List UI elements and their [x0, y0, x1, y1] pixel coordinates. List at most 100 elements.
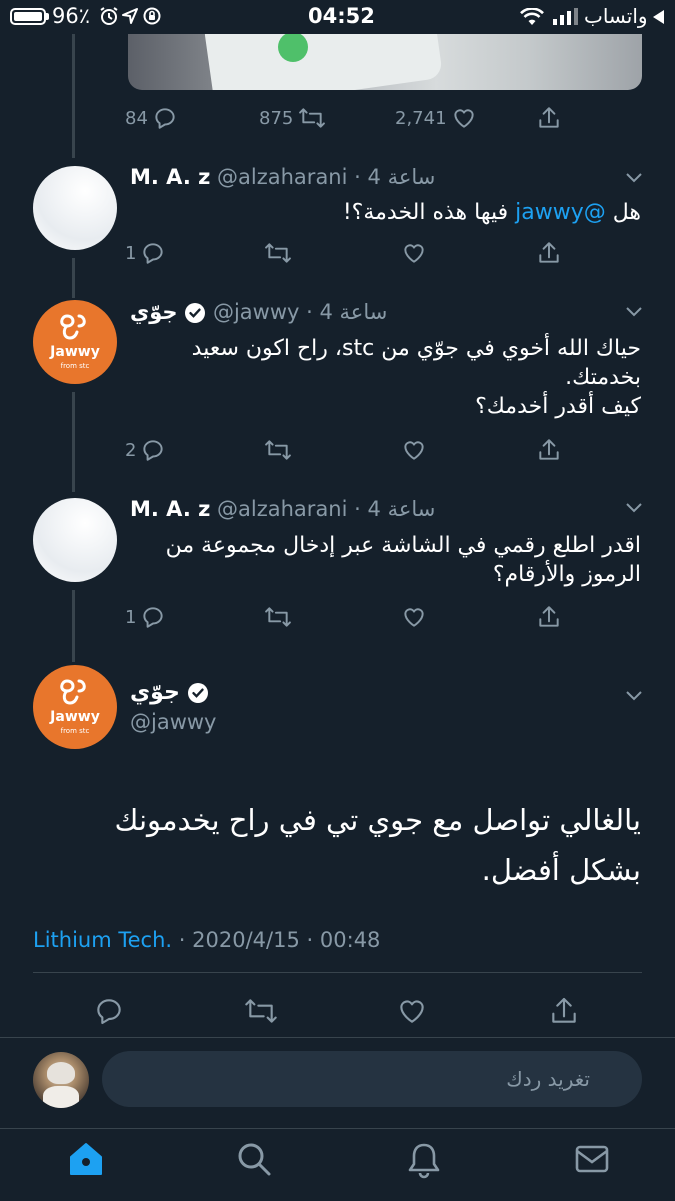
- avatar[interactable]: [33, 498, 117, 582]
- chevron-down-icon[interactable]: [624, 500, 644, 514]
- share-action[interactable]: [536, 604, 562, 630]
- thread-line-top: [72, 34, 75, 158]
- back-to-app-icon[interactable]: [651, 9, 665, 29]
- timestamp: 4 ساعة: [319, 300, 388, 324]
- tweet-header: M. A. z @alzaharani · 4 ساعة: [130, 165, 435, 189]
- retweet-action[interactable]: [263, 240, 293, 266]
- like-action[interactable]: [401, 437, 427, 463]
- reply-icon: [155, 108, 175, 129]
- display-name[interactable]: جوّي: [130, 680, 180, 705]
- user-avatar[interactable]: [33, 1052, 89, 1108]
- battery-icon: [10, 8, 49, 25]
- divider: [33, 972, 642, 973]
- thread-line: [72, 258, 75, 298]
- reply-icon: [143, 243, 164, 264]
- retweet-icon: [265, 607, 291, 627]
- share-icon: [539, 242, 559, 263]
- share-action[interactable]: [536, 105, 562, 131]
- reply-input[interactable]: تغريد ردك: [102, 1051, 642, 1107]
- reply-count: 2: [125, 439, 137, 461]
- alarm-icon: [99, 6, 119, 30]
- bottom-tab-bar: [0, 1128, 675, 1201]
- share-action[interactable]: [548, 995, 580, 1027]
- retweet-action[interactable]: [263, 437, 293, 463]
- logo-tagline: from stc: [60, 362, 90, 370]
- like-action[interactable]: [396, 995, 428, 1027]
- display-name[interactable]: M. A. z: [130, 497, 210, 521]
- reply-action[interactable]: 2: [125, 437, 166, 463]
- reply-action[interactable]: 1: [125, 240, 166, 266]
- chevron-down-icon[interactable]: [624, 304, 644, 318]
- retweet-icon: [299, 108, 326, 128]
- tweet-header: جوّي @jawwy · 4 ساعة: [130, 300, 387, 324]
- share-action[interactable]: [536, 437, 562, 463]
- chevron-down-icon[interactable]: [624, 688, 644, 702]
- heart-icon: [404, 608, 424, 627]
- handle[interactable]: @alzaharani: [217, 497, 347, 521]
- rotation-lock-icon: [142, 6, 162, 30]
- avatar[interactable]: Jawwy from stc: [33, 665, 117, 749]
- tweet-text: هل @jawwy فيها هذه الخدمة؟!: [342, 200, 641, 225]
- display-name[interactable]: M. A. z: [130, 165, 210, 189]
- like-action[interactable]: [401, 240, 427, 266]
- tweet-text: حياك الله أخوي في جوّي من stc، راح اكون …: [191, 336, 641, 419]
- heart-icon: [453, 109, 474, 128]
- separator-dot: ·: [306, 928, 314, 952]
- tweet-time: 00:48: [319, 928, 381, 952]
- share-action[interactable]: [536, 240, 562, 266]
- logo-wordmark: Jawwy: [50, 709, 100, 725]
- battery-percent: 96٪: [52, 4, 91, 28]
- retweet-action[interactable]: [243, 995, 279, 1027]
- separator-dot: ·: [354, 497, 361, 521]
- messages-mail-icon[interactable]: [574, 1143, 610, 1175]
- source-link[interactable]: Lithium Tech.: [33, 928, 172, 952]
- location-icon: [121, 7, 139, 29]
- reply-icon: [143, 607, 164, 628]
- status-bar: 96٪ 04:52 واتساب: [0, 0, 675, 34]
- timestamp: 4 ساعة: [367, 165, 436, 189]
- like-action[interactable]: [401, 604, 427, 630]
- search-icon[interactable]: [236, 1141, 272, 1177]
- wifi-icon: [520, 7, 544, 30]
- reply-placeholder: تغريد ردك: [506, 1067, 590, 1091]
- avatar[interactable]: Jawwy from stc: [33, 300, 117, 384]
- tweet-text: اقدر اطلع رقمي في الشاشة عبر إدخال مجموع…: [165, 533, 641, 587]
- carrier-label[interactable]: واتساب: [584, 4, 648, 28]
- home-icon[interactable]: [67, 1141, 105, 1177]
- share-icon: [539, 439, 559, 460]
- tweet-header: M. A. z @alzaharani · 4 ساعة: [130, 497, 435, 521]
- reply-action[interactable]: [93, 995, 125, 1027]
- display-name[interactable]: جوّي: [130, 300, 178, 324]
- signal-icon: [553, 8, 579, 29]
- chevron-down-icon[interactable]: [624, 170, 644, 184]
- divider: [0, 1037, 675, 1038]
- logo-tagline: from stc: [60, 727, 90, 735]
- heart-icon: [404, 441, 424, 460]
- thread-line: [72, 392, 75, 492]
- retweet-action[interactable]: 875: [259, 105, 327, 131]
- avatar[interactable]: [33, 166, 117, 250]
- like-count: 2,741: [395, 107, 447, 129]
- retweet-action[interactable]: [263, 604, 293, 630]
- handle[interactable]: @jawwy: [213, 300, 299, 324]
- tweet-media-image[interactable]: [128, 34, 642, 90]
- reply-count: 1: [125, 606, 137, 628]
- reply-action[interactable]: 1: [125, 604, 166, 630]
- like-action[interactable]: 2,741: [395, 105, 477, 131]
- notifications-bell-icon[interactable]: [406, 1141, 442, 1179]
- clock: 04:52: [308, 4, 375, 28]
- retweet-icon: [265, 243, 291, 263]
- timestamp: 4 ساعة: [367, 497, 436, 521]
- reply-action[interactable]: 84: [125, 105, 178, 131]
- separator-dot: ·: [178, 928, 186, 952]
- mention-link[interactable]: @jawwy: [515, 200, 606, 225]
- retweet-icon: [245, 999, 277, 1023]
- reply-count: 1: [125, 242, 137, 264]
- handle[interactable]: @alzaharani: [217, 165, 347, 189]
- reply-count: 84: [125, 107, 148, 129]
- retweet-icon: [265, 440, 291, 460]
- separator-dot: ·: [306, 300, 313, 324]
- tweet-text: يالغالي تواصل مع جوي تي في راح يخدمونك ب…: [114, 803, 641, 887]
- handle[interactable]: @jawwy: [130, 710, 216, 734]
- logo-wordmark: Jawwy: [50, 344, 100, 360]
